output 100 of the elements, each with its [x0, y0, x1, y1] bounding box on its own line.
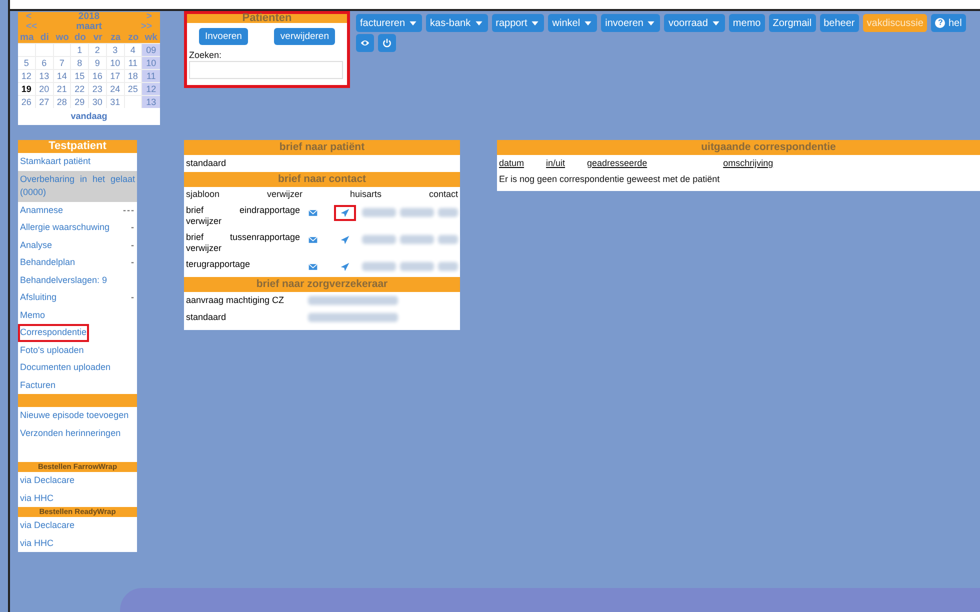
sidebar-link[interactable]: Stamkaart patiënt — [20, 155, 91, 168]
blurred-text — [400, 262, 434, 270]
sidebar-link[interactable]: via Declacare — [20, 474, 75, 488]
calendar-day[interactable]: 14 — [54, 69, 72, 82]
sidebar-link[interactable]: Behandelplan — [20, 256, 76, 270]
status-marker: - — [131, 291, 135, 304]
status-marker: --- — [123, 204, 135, 216]
weekday-label: wo — [54, 32, 70, 43]
calendar-day[interactable]: 4 — [124, 43, 142, 56]
view-button[interactable] — [356, 34, 374, 52]
week-number: 10 — [142, 56, 160, 69]
empty-message: Er is nog geen correspondentie geweest met de patiënt — [498, 173, 721, 186]
calendar-day[interactable]: 22 — [71, 82, 89, 95]
sidebar-link[interactable]: Foto's uploaden — [20, 344, 84, 357]
calendar-day[interactable]: 7 — [54, 56, 72, 69]
year-label: 2018 — [78, 12, 100, 22]
menu-button[interactable]: factureren — [356, 14, 422, 32]
sidebar-link[interactable]: Memo — [20, 308, 46, 322]
delete-button[interactable]: verwijderen — [274, 28, 335, 45]
status-marker: - — [131, 238, 135, 252]
calendar-day[interactable]: 6 — [36, 56, 54, 69]
column-header[interactable]: in/uit — [546, 158, 566, 168]
calendar-day[interactable]: 16 — [89, 69, 107, 82]
menu-button[interactable]: Zorgmail — [768, 14, 816, 32]
calendar-day[interactable]: 8 — [71, 56, 89, 69]
power-icon — [382, 38, 392, 48]
calendar-day[interactable]: 1 — [71, 43, 89, 56]
column-header: sjabloon — [186, 189, 220, 200]
sidebar-link[interactable]: Analyse — [20, 238, 52, 252]
calendar-day[interactable]: 18 — [124, 69, 142, 82]
weekday-label: ma — [19, 32, 35, 43]
calendar-day[interactable]: 20 — [36, 82, 54, 95]
calendar-day[interactable]: 9 — [89, 56, 107, 69]
sidebar-link[interactable]: via Declacare — [20, 519, 75, 532]
sidebar-link[interactable]: Facturen — [20, 378, 56, 392]
calendar-day[interactable]: 13 — [36, 69, 54, 82]
weekday-label: zo — [127, 32, 140, 43]
power-button[interactable] — [378, 34, 396, 52]
add-button[interactable]: Invoeren — [199, 28, 248, 45]
calendar-day[interactable]: 17 — [106, 69, 124, 82]
send-button[interactable] — [334, 204, 356, 220]
menu-button[interactable]: kas-bank — [426, 14, 488, 32]
calendar-day[interactable]: 2 — [89, 43, 107, 56]
menu-button[interactable]: invoeren — [601, 14, 660, 32]
calendar-day[interactable]: 29 — [71, 95, 89, 108]
calendar-day[interactable]: 11 — [124, 56, 142, 69]
column-header[interactable]: geadresseerde — [587, 158, 648, 168]
weekday-label: do — [73, 32, 87, 43]
search-field[interactable] — [189, 61, 343, 79]
calendar-day[interactable]: 12 — [18, 69, 36, 82]
week-number: 12 — [142, 82, 160, 95]
calendar-day[interactable]: 19 — [18, 82, 36, 95]
status-marker: - — [131, 256, 135, 269]
sidebar-link[interactable]: Afsluiting — [20, 291, 57, 304]
column-header[interactable]: omschrijving — [723, 158, 774, 168]
sidebar-link[interactable]: Correspondentie — [20, 326, 87, 340]
calendar-day[interactable]: 23 — [89, 82, 107, 95]
sidebar-link[interactable]: Anamnese — [20, 204, 64, 217]
calendar-day[interactable]: 5 — [18, 56, 36, 69]
envelope-icon — [308, 262, 318, 272]
blurred-text — [400, 234, 434, 244]
template-name: brief tussenrapportage verwijzer — [186, 232, 300, 254]
calendar-day[interactable]: 21 — [54, 82, 72, 95]
calendar-day[interactable]: 25 — [124, 82, 142, 95]
status-marker: - — [131, 221, 135, 234]
column-header[interactable]: datum — [499, 158, 524, 168]
menu-button[interactable]: voorraad — [664, 14, 725, 32]
eye-icon — [360, 38, 370, 48]
calendar-day[interactable]: 10 — [106, 56, 124, 69]
calendar-day[interactable]: 30 — [89, 95, 107, 108]
sidebar-link[interactable]: Verzonden herinneringen — [20, 426, 121, 440]
sidebar-link[interactable]: Documenten uploaden — [20, 361, 111, 374]
calendar-day[interactable]: 31 — [106, 95, 124, 108]
blurred-text — [438, 208, 458, 216]
menu-button[interactable]: memo — [728, 14, 765, 32]
menu-button[interactable]: winkel — [548, 14, 598, 32]
week-number: 09 — [142, 43, 160, 56]
template-name: standaard — [186, 312, 228, 322]
section-title: uitgaande correspondentie — [497, 140, 980, 155]
menu-button[interactable]: beheer — [820, 14, 859, 32]
sidebar-link[interactable]: Allergie waarschuwing — [20, 221, 110, 234]
menu-button[interactable]: rapport — [492, 14, 544, 32]
sidebar-link[interactable]: Behandelverslagen: 9 — [20, 274, 108, 287]
today-link[interactable]: vandaag — [70, 111, 108, 121]
calendar-day[interactable]: 15 — [71, 69, 89, 82]
paper-plane-icon — [340, 208, 350, 218]
blurred-text — [438, 262, 458, 270]
sidebar-title: Testpatient — [18, 140, 137, 153]
section-title: brief naar patiënt — [184, 140, 460, 155]
weekday-label: vr — [92, 32, 104, 43]
week-number: 11 — [142, 69, 160, 82]
calendar-day[interactable]: 24 — [106, 82, 124, 95]
sidebar-link[interactable]: Nieuwe episode toevoegen — [20, 409, 129, 422]
calendar-day[interactable]: 3 — [106, 43, 124, 56]
sidebar-link[interactable]: via HHC — [20, 492, 54, 505]
help-button[interactable]: ? hel — [931, 14, 966, 32]
calendar-day[interactable]: 26 — [18, 95, 36, 108]
sidebar-link[interactable]: via HHC — [20, 536, 54, 550]
calendar-day[interactable]: 28 — [54, 95, 72, 108]
calendar-day[interactable]: 27 — [36, 95, 54, 108]
